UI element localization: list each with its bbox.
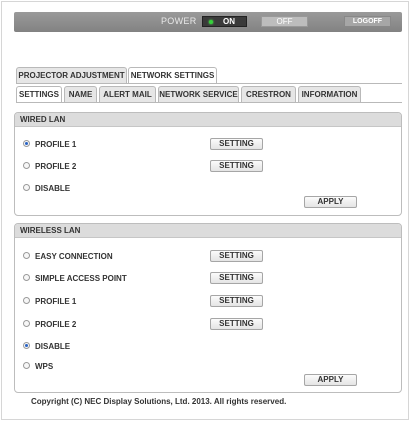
option-label: PROFILE 1 — [35, 140, 77, 149]
power-on-button[interactable]: ON — [202, 16, 247, 27]
tab-crestron[interactable]: CRESTRON — [241, 86, 296, 102]
easy-connection-setting-button[interactable]: SETTING — [210, 250, 263, 262]
tab-name[interactable]: NAME — [64, 86, 97, 102]
option-label: WPS — [35, 362, 54, 371]
option-label: SIMPLE ACCESS POINT — [35, 274, 127, 283]
power-off-button[interactable]: OFF — [261, 16, 308, 27]
radio-button[interactable] — [23, 342, 30, 349]
radio-button[interactable] — [23, 297, 30, 304]
option-label: PROFILE 2 — [35, 162, 77, 171]
radio-button[interactable] — [23, 140, 30, 147]
tab-network-settings[interactable]: NETWORK SETTINGS — [128, 67, 217, 84]
radio-button[interactable] — [23, 274, 30, 281]
wireless-profile1-setting-button[interactable]: SETTING — [210, 295, 263, 307]
power-on-label: ON — [223, 17, 235, 26]
radio-button[interactable] — [23, 162, 30, 169]
page-frame: POWER ON OFF LOGOFF PROJECTOR ADJUSTMENT… — [1, 1, 409, 420]
option-label: PROFILE 2 — [35, 320, 77, 329]
copyright-text: Copyright (C) NEC Display Solutions, Ltd… — [31, 397, 287, 406]
sub-tab-divider — [16, 102, 402, 103]
radio-button[interactable] — [23, 252, 30, 259]
wired-profile1-setting-button[interactable]: SETTING — [210, 138, 263, 150]
wired-apply-button[interactable]: APPLY — [304, 196, 357, 208]
wired-lan-title: WIRED LAN — [15, 113, 401, 127]
simple-access-point-setting-button[interactable]: SETTING — [210, 272, 263, 284]
wireless-lan-panel: WIRELESS LAN EASY CONNECTION SETTING SIM… — [14, 223, 402, 393]
tab-network-service[interactable]: NETWORK SERVICE — [158, 86, 239, 102]
radio-button[interactable] — [23, 184, 30, 191]
power-bar: POWER ON OFF LOGOFF — [14, 12, 402, 32]
option-label: PROFILE 1 — [35, 297, 77, 306]
logoff-button[interactable]: LOGOFF — [344, 16, 391, 27]
tab-information[interactable]: INFORMATION — [298, 86, 361, 102]
main-tab-divider — [16, 83, 402, 84]
power-led-icon — [209, 20, 213, 24]
wired-lan-panel: WIRED LAN PROFILE 1 SETTING PROFILE 2 SE… — [14, 112, 402, 216]
option-label: DISABLE — [35, 342, 71, 351]
option-label: DISABLE — [35, 184, 71, 193]
radio-button[interactable] — [23, 320, 30, 327]
wired-profile2-setting-button[interactable]: SETTING — [210, 160, 263, 172]
power-label: POWER — [161, 16, 197, 26]
tab-alert-mail[interactable]: ALERT MAIL — [99, 86, 156, 102]
wireless-profile2-setting-button[interactable]: SETTING — [210, 318, 263, 330]
tab-settings[interactable]: SETTINGS — [16, 86, 62, 103]
wireless-lan-title: WIRELESS LAN — [15, 224, 401, 238]
radio-button[interactable] — [23, 362, 30, 369]
tab-projector-adjustment[interactable]: PROJECTOR ADJUSTMENT — [16, 67, 127, 83]
option-label: EASY CONNECTION — [35, 252, 113, 261]
wireless-apply-button[interactable]: APPLY — [304, 374, 357, 386]
